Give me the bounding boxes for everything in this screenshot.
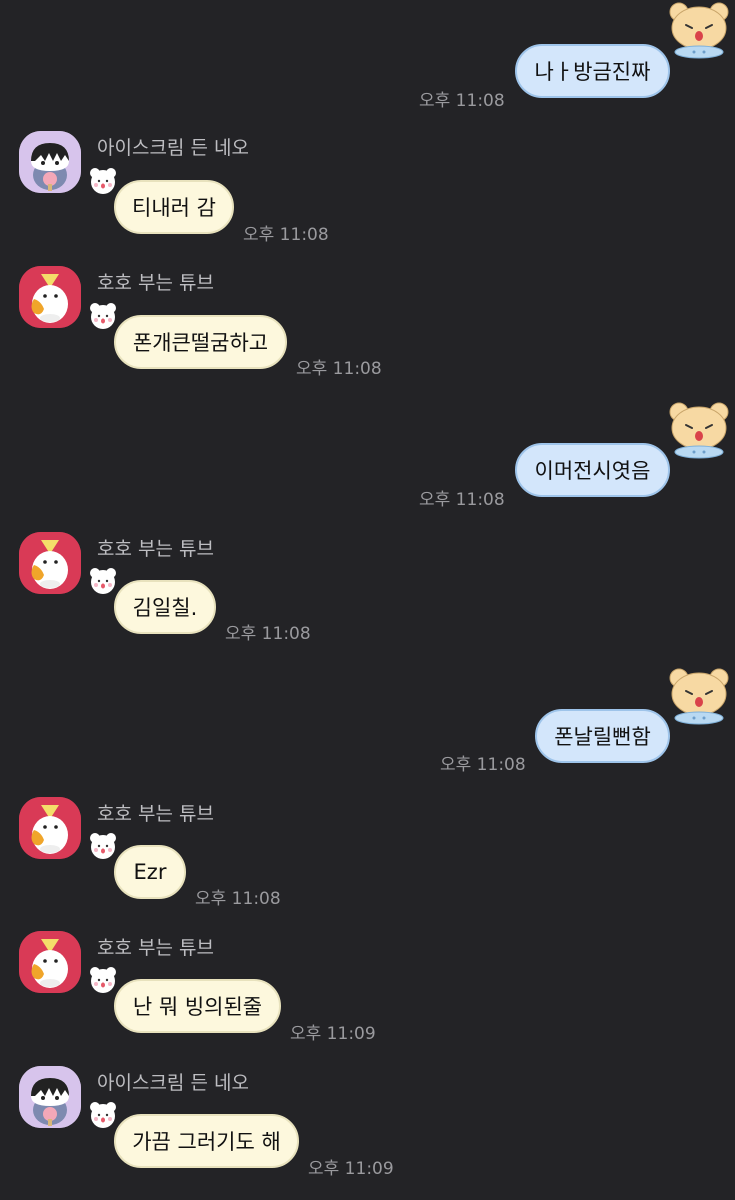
message-time: 오후 11:08 bbox=[440, 755, 526, 775]
sent-message-bubble[interactable]: 폰날릴뻔함 bbox=[535, 709, 670, 763]
sender-name: 아이스크림 든 네오 bbox=[97, 137, 249, 159]
message-time: 오후 11:08 bbox=[419, 490, 505, 510]
received-message-bubble[interactable]: 티내러 감 bbox=[114, 180, 234, 234]
white-bear-sticker-icon bbox=[88, 964, 118, 994]
tube-avatar-icon[interactable] bbox=[19, 797, 81, 859]
sender-name: 호호 부는 튜브 bbox=[97, 538, 214, 560]
white-bear-sticker-icon bbox=[88, 830, 118, 860]
message-time: 오후 11:08 bbox=[195, 889, 281, 909]
received-message-bubble[interactable]: 김일칠. bbox=[114, 580, 216, 634]
bear-sticker-icon[interactable] bbox=[664, 0, 734, 60]
bear-sticker-icon[interactable] bbox=[664, 400, 734, 460]
sent-message-bubble[interactable]: 이머전시엿음 bbox=[515, 443, 670, 497]
received-message-bubble[interactable]: 폰개큰떨굼하고 bbox=[114, 315, 287, 369]
white-bear-sticker-icon bbox=[88, 165, 118, 195]
message-time: 오후 11:09 bbox=[308, 1159, 394, 1179]
received-message-bubble[interactable]: 가끔 그러기도 해 bbox=[114, 1114, 299, 1168]
sender-name: 호호 부는 튜브 bbox=[97, 937, 214, 959]
white-bear-sticker-icon bbox=[88, 300, 118, 330]
sender-name: 아이스크림 든 네오 bbox=[97, 1072, 249, 1094]
tube-avatar-icon[interactable] bbox=[19, 931, 81, 993]
sender-name: 호호 부는 튜브 bbox=[97, 803, 214, 825]
message-time: 오후 11:08 bbox=[243, 225, 329, 245]
tube-avatar-icon[interactable] bbox=[19, 532, 81, 594]
tube-avatar-icon[interactable] bbox=[19, 266, 81, 328]
neo-avatar-icon[interactable] bbox=[19, 1066, 81, 1128]
message-time: 오후 11:08 bbox=[296, 359, 382, 379]
white-bear-sticker-icon bbox=[88, 1099, 118, 1129]
sent-message-bubble[interactable]: 나ㅏ방금진짜 bbox=[515, 44, 670, 98]
sender-name: 호호 부는 튜브 bbox=[97, 272, 214, 294]
white-bear-sticker-icon bbox=[88, 565, 118, 595]
message-time: 오후 11:08 bbox=[419, 91, 505, 111]
neo-avatar-icon[interactable] bbox=[19, 131, 81, 193]
bear-sticker-icon[interactable] bbox=[664, 666, 734, 726]
received-message-bubble[interactable]: 난 뭐 빙의된줄 bbox=[114, 979, 281, 1033]
received-message-bubble[interactable]: Ezr bbox=[114, 845, 186, 899]
message-time: 오후 11:09 bbox=[290, 1024, 376, 1044]
message-time: 오후 11:08 bbox=[225, 624, 311, 644]
